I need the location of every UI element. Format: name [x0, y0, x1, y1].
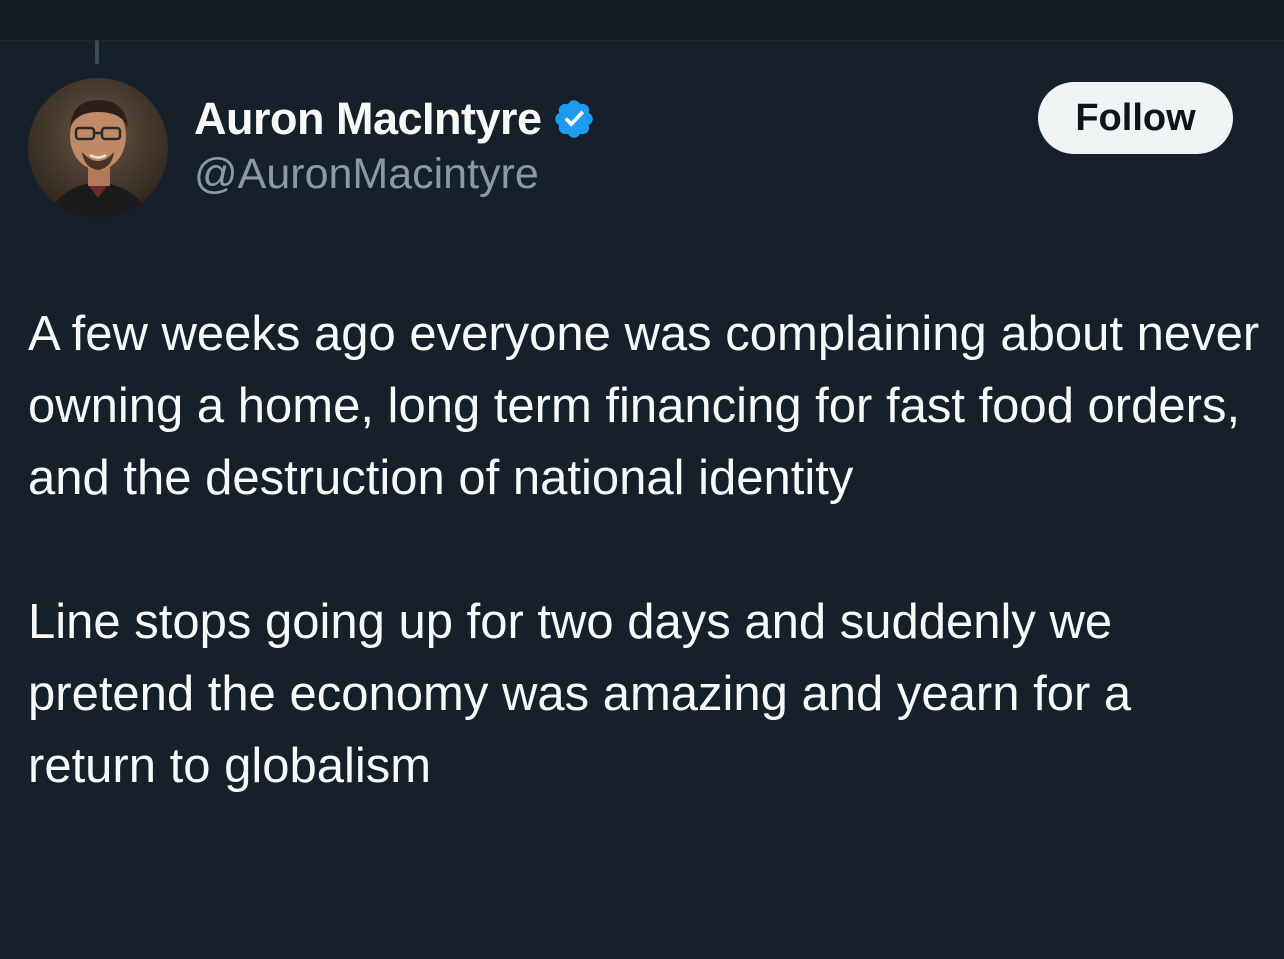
tweet-paragraph: Line stops going up for two days and sud…	[28, 595, 1132, 793]
tweet-paragraph: A few weeks ago everyone was complaining…	[28, 307, 1260, 505]
previous-post-edge	[0, 0, 1284, 41]
tweet-text: A few weeks ago everyone was complaining…	[28, 298, 1268, 802]
user-avatar-photo-icon	[28, 78, 168, 218]
author-info: Auron MacIntyre @AuronMacintyre	[194, 92, 596, 199]
thread-connector-line	[95, 40, 99, 64]
display-name-row: Auron MacIntyre	[194, 92, 596, 146]
user-handle[interactable]: @AuronMacintyre	[194, 150, 596, 199]
follow-button[interactable]: Follow	[1038, 82, 1233, 154]
verified-badge-icon[interactable]	[552, 97, 596, 141]
avatar[interactable]	[28, 78, 168, 218]
display-name[interactable]: Auron MacIntyre	[194, 93, 542, 145]
